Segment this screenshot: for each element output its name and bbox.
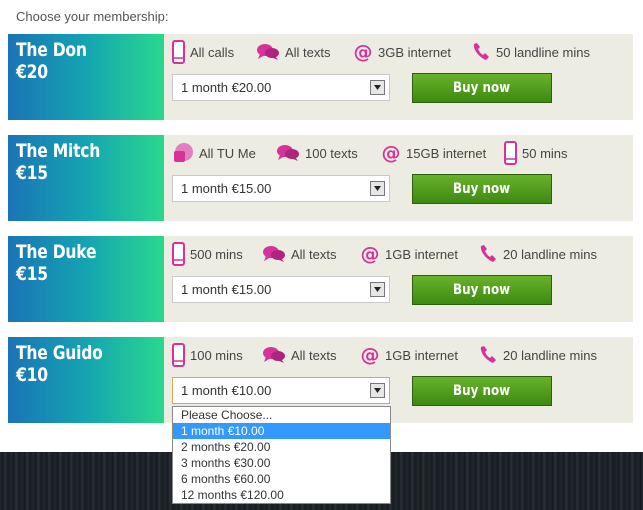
feature-label: 1GB internet [385, 246, 458, 262]
feature-all-texts: All texts [262, 241, 337, 267]
buy-now-button[interactable]: Buy now [412, 73, 552, 103]
chat-bubbles-icon [257, 44, 279, 60]
feature-internet: @ 3GB internet [353, 39, 452, 65]
plan-name: The Mitch [16, 140, 101, 162]
select-value: 1 month €20.00 [181, 80, 272, 95]
plan-title-panel: The Duke €15 [8, 236, 164, 322]
chevron-down-icon[interactable] [370, 80, 385, 95]
plan-price: €15 [16, 263, 48, 285]
duration-select[interactable]: 1 month €15.00 [172, 175, 390, 202]
buy-now-label: Buy now [453, 282, 511, 298]
chevron-down-icon[interactable] [370, 181, 385, 196]
phone-icon [172, 242, 185, 266]
landline-handset-icon [480, 245, 496, 262]
feature-internet: @ 1GB internet [360, 342, 459, 368]
feature-label: 50 landline mins [496, 44, 590, 60]
feature-internet: @ 15GB internet [381, 140, 487, 166]
feature-tu-me: All TU Me [172, 140, 256, 166]
plan-title-panel: The Mitch €15 [8, 135, 164, 221]
feature-texts: 100 texts [276, 140, 358, 166]
select-value: 1 month €15.00 [181, 181, 272, 196]
feature-landline: 20 landline mins [478, 342, 597, 368]
dropdown-option[interactable]: Please Choose... [173, 407, 390, 423]
select-value: 1 month €15.00 [181, 282, 272, 297]
buy-now-label: Buy now [453, 383, 511, 399]
landline-handset-icon [473, 43, 489, 60]
chevron-down-icon[interactable] [370, 282, 385, 297]
feature-mins: 500 mins [172, 241, 243, 267]
plan-price: €10 [16, 364, 48, 386]
duration-select[interactable]: 1 month €10.00 [172, 377, 390, 404]
feature-label: All texts [291, 347, 337, 363]
select-value: 1 month €10.00 [181, 383, 272, 398]
plan-card-the-mitch: The Mitch €15 All TU Me 100 texts @ 15GB… [8, 135, 633, 221]
plan-name: The Duke [16, 241, 97, 263]
feature-label: 100 texts [305, 145, 358, 161]
feature-label: 1GB internet [385, 347, 458, 363]
landline-handset-icon [480, 346, 496, 363]
dropdown-option[interactable]: 2 months €20.00 [173, 439, 390, 455]
feature-label: 20 landline mins [503, 347, 597, 363]
plan-name: The Guido [16, 342, 103, 364]
svg-text:@: @ [361, 345, 380, 365]
feature-all-texts: All texts [256, 39, 331, 65]
membership-heading: Choose your membership: [16, 9, 169, 24]
duration-select[interactable]: 1 month €15.00 [172, 276, 390, 303]
at-sign-icon: @ [354, 42, 373, 62]
buy-now-label: Buy now [453, 80, 511, 96]
chevron-down-icon[interactable] [370, 383, 385, 398]
feature-label: 50 mins [522, 145, 568, 161]
dropdown-option[interactable]: 12 months €120.00 [173, 487, 390, 503]
tu-me-icon [174, 143, 193, 162]
feature-label: All texts [291, 246, 337, 262]
feature-all-calls: All calls [172, 39, 234, 65]
plan-price: €15 [16, 162, 48, 184]
chat-bubbles-icon [263, 347, 285, 363]
phone-icon [172, 343, 185, 367]
at-sign-icon: @ [382, 143, 401, 163]
dropdown-option[interactable]: 3 months €30.00 [173, 455, 390, 471]
duration-select[interactable]: 1 month €20.00 [172, 74, 390, 101]
at-sign-icon: @ [361, 345, 380, 365]
feature-internet: @ 1GB internet [360, 241, 459, 267]
svg-text:@: @ [382, 143, 401, 163]
dropdown-option[interactable]: 6 months €60.00 [173, 471, 390, 487]
phone-icon [172, 40, 185, 64]
svg-text:@: @ [354, 42, 373, 62]
feature-landline: 50 landline mins [471, 39, 590, 65]
feature-mins: 50 mins [504, 140, 568, 166]
feature-label: 500 mins [190, 246, 243, 262]
feature-landline: 20 landline mins [478, 241, 597, 267]
feature-label: All TU Me [199, 145, 256, 161]
buy-now-button[interactable]: Buy now [412, 174, 552, 204]
plan-title-panel: The Don €20 [8, 34, 164, 120]
feature-label: 3GB internet [378, 44, 451, 60]
feature-label: All texts [285, 44, 331, 60]
duration-dropdown-list[interactable]: Please Choose... 1 month €10.00 2 months… [172, 406, 391, 504]
at-sign-icon: @ [361, 244, 380, 264]
plan-title-panel: The Guido €10 [8, 337, 164, 423]
feature-mins: 100 mins [172, 342, 243, 368]
buy-now-button[interactable]: Buy now [412, 275, 552, 305]
feature-label: 100 mins [190, 347, 243, 363]
plan-price: €20 [16, 61, 48, 83]
feature-label: All calls [190, 44, 235, 60]
plan-name: The Don [16, 39, 87, 61]
svg-text:@: @ [361, 244, 380, 264]
buy-now-label: Buy now [453, 181, 511, 197]
feature-label: 15GB internet [406, 145, 487, 161]
chat-bubbles-icon [263, 246, 285, 262]
feature-label: 20 landline mins [503, 246, 597, 262]
chat-bubbles-icon [277, 145, 299, 161]
buy-now-button[interactable]: Buy now [412, 376, 552, 406]
plan-card-the-don: The Don €20 All calls All texts @ 3GB in… [8, 34, 633, 120]
feature-all-texts: All texts [262, 342, 337, 368]
dropdown-option-selected[interactable]: 1 month €10.00 [173, 423, 390, 439]
plan-card-the-duke: The Duke €15 500 mins All texts @ 1GB in… [8, 236, 633, 322]
phone-icon [504, 141, 517, 165]
